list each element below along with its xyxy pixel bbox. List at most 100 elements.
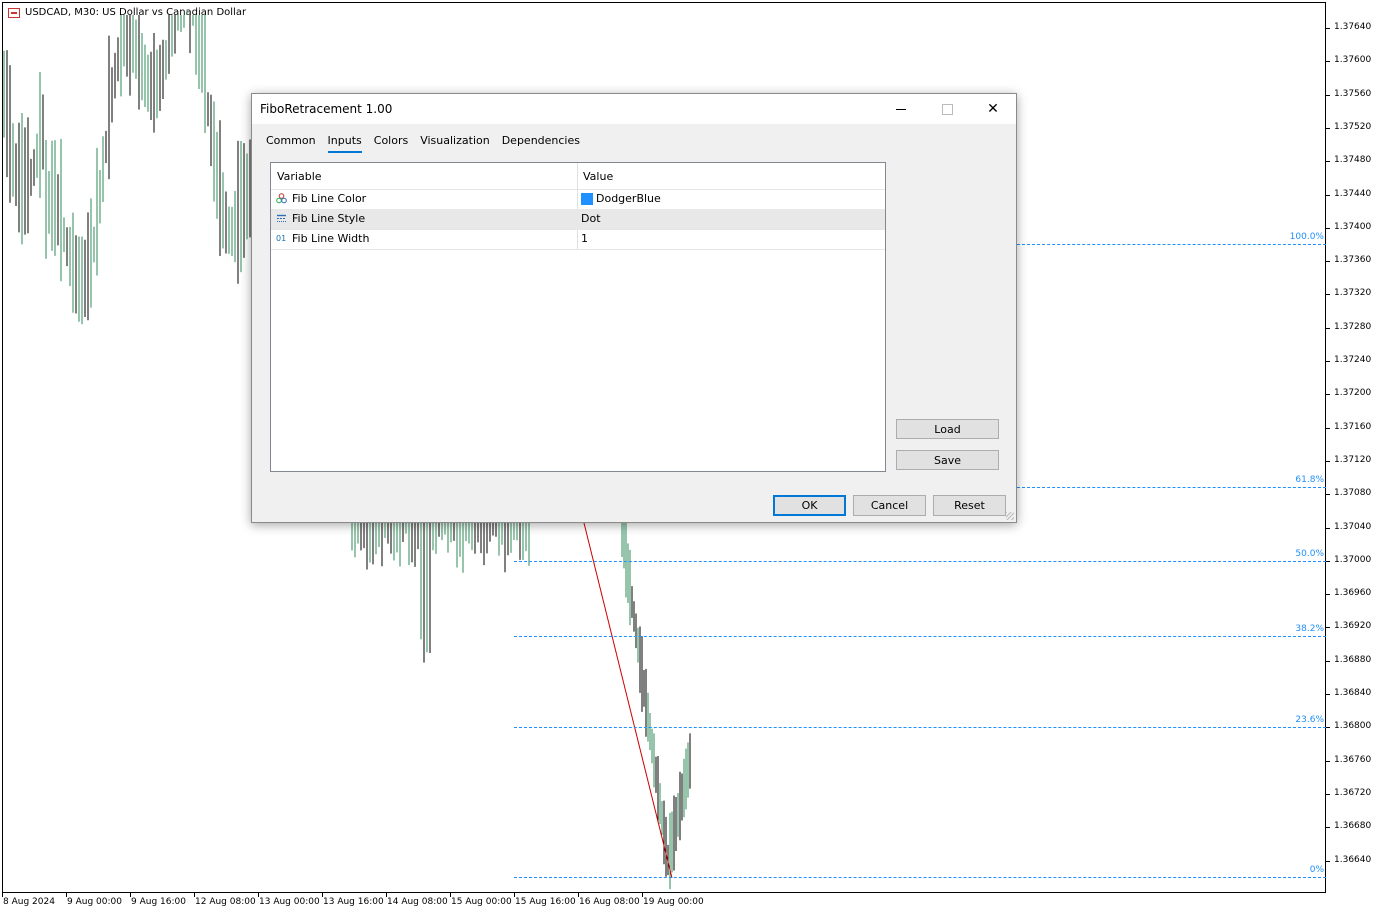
time-label: 14 Aug 08:00 [387,897,448,907]
minimize-icon [896,108,906,110]
table-row-fib-line-style[interactable]: Fib Line Style Dot [271,209,885,230]
price-label: 1.37320 [1334,288,1372,299]
dialog-tabs: Common Inputs Colors Visualization Depen… [260,132,586,153]
width-value[interactable]: 1 [581,232,588,245]
price-tick [1326,660,1330,662]
fib-level-label: 50.0% [1295,548,1324,559]
style-value[interactable]: Dot [581,212,601,225]
price-tick [1326,261,1330,263]
color-value: DodgerBlue [596,192,661,205]
price-label: 1.36840 [1334,688,1372,698]
fib-level-label: 61.8% [1295,474,1324,485]
table-row-fib-line-color[interactable]: Fib Line Color DodgerBlue [271,189,885,210]
price-tick [1326,361,1330,362]
save-button[interactable]: Save [896,450,999,470]
price-label: 1.37400 [1334,221,1372,232]
price-tick [1326,494,1330,496]
variable-name: Fib Line Width [292,232,370,245]
time-label: 15 Aug 16:00 [515,897,576,907]
fib-level-line[interactable] [514,635,1326,637]
price-label: 1.36880 [1334,654,1372,665]
dialog-titlebar[interactable]: FiboRetracement 1.00 ✕ [252,94,1016,124]
variable-name: Fib Line Color [292,192,367,205]
price-tick [1326,294,1330,296]
price-tick [1326,527,1330,529]
column-header-value[interactable]: Value [583,170,613,183]
time-label: 19 Aug 00:00 [643,897,704,907]
price-label: 1.37240 [1334,355,1372,365]
time-label: 12 Aug 08:00 [195,897,256,907]
price-tick [1326,760,1330,762]
fib-level-line[interactable] [1017,244,1326,246]
price-tick [1326,127,1330,129]
price-label: 1.36760 [1334,754,1372,765]
price-label: 1.37200 [1334,388,1372,399]
inputs-panel: Variable Value Fib Line Color DodgerBlue… [258,154,1010,488]
price-tick [1326,327,1330,329]
close-button[interactable]: ✕ [970,94,1016,124]
time-label: 9 Aug 16:00 [131,897,186,907]
price-label: 1.37480 [1334,155,1372,166]
price-label: 1.37120 [1334,454,1372,465]
color-swatch [581,192,593,205]
price-label: 1.37000 [1334,554,1372,565]
time-label: 15 Aug 00:00 [451,897,512,907]
price-tick [1326,860,1330,862]
variable-name: Fib Line Style [292,212,366,225]
load-button[interactable]: Load [896,419,999,439]
table-row-fib-line-width[interactable]: 01 Fib Line Width 1 [271,229,885,250]
price-label: 1.37640 [1334,22,1372,32]
fib-level-line[interactable] [514,877,1326,879]
maximize-button[interactable] [924,94,970,124]
price-tick [1326,227,1330,229]
palette-icon [276,193,287,204]
price-label: 1.36680 [1334,821,1372,832]
price-label: 1.37080 [1334,488,1372,499]
price-tick [1326,594,1330,596]
price-label: 1.37440 [1334,188,1372,199]
tab-common[interactable]: Common [260,132,322,149]
dialog-title: FiboRetracement 1.00 [260,102,393,116]
line-style-icon [276,213,287,224]
maximize-icon [941,103,953,115]
close-icon: ✕ [987,101,999,117]
resize-grip[interactable] [1006,512,1014,520]
price-tick [1326,460,1330,462]
table-header: Variable Value [271,163,885,190]
fib-level-label: 0% [1309,865,1324,876]
price-label: 1.36960 [1334,588,1372,599]
price-tick [1326,793,1330,795]
price-tick [1326,427,1330,429]
fib-level-line[interactable] [1017,486,1326,488]
fibo-properties-dialog: FiboRetracement 1.00 ✕ Common Inputs Col… [251,93,1017,523]
tab-inputs[interactable]: Inputs [322,132,368,153]
fib-level-line[interactable] [514,727,1326,729]
ok-button[interactable]: OK [773,495,846,516]
cancel-button[interactable]: Cancel [853,495,926,516]
price-tick [1326,394,1330,396]
price-label: 1.37280 [1334,321,1372,332]
price-tick [1326,161,1330,163]
price-tick [1326,560,1330,562]
price-tick [1326,694,1330,695]
price-label: 1.36720 [1334,787,1372,798]
price-label: 1.37600 [1334,55,1372,66]
time-label: 13 Aug 00:00 [259,897,320,907]
time-label: 8 Aug 2024 [3,897,55,907]
price-tick [1326,627,1330,629]
fib-level-label: 23.6% [1295,715,1324,726]
price-tick [1326,28,1330,29]
price-label: 1.37360 [1334,255,1372,266]
price-label: 1.36640 [1334,854,1372,865]
reset-button[interactable]: Reset [933,495,1006,516]
fib-level-line[interactable] [514,560,1326,562]
column-header-variable[interactable]: Variable [277,170,322,183]
tab-dependencies[interactable]: Dependencies [496,132,586,149]
minimize-button[interactable] [878,94,924,124]
fib-level-label: 38.2% [1295,623,1324,634]
color-value-cell[interactable]: DodgerBlue [581,192,661,205]
price-label: 1.37520 [1334,121,1372,132]
tab-colors[interactable]: Colors [368,132,414,149]
price-tick [1326,94,1330,96]
tab-visualization[interactable]: Visualization [414,132,495,149]
